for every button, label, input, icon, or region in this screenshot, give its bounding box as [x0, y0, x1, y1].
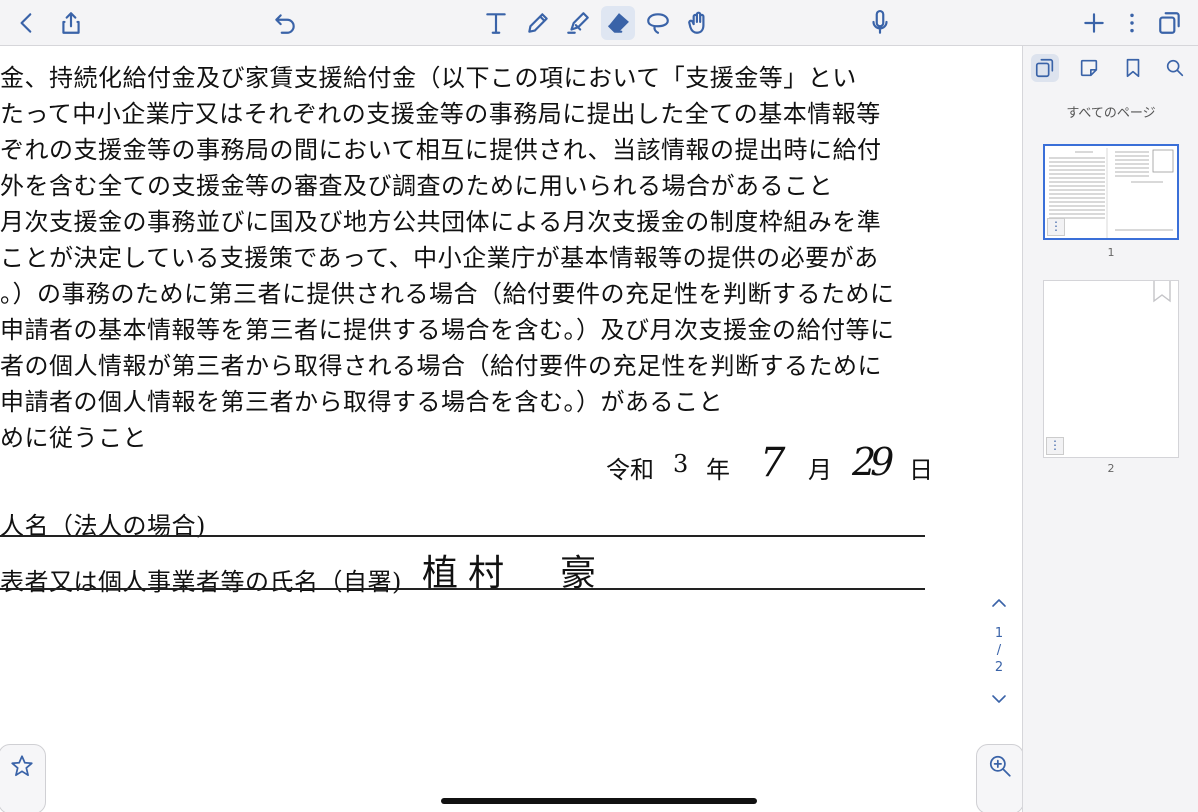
document-text-line: たって中小企業庁又はそれぞれの支援金等の事務局に提出した全ての基本情報等	[0, 100, 881, 128]
microphone-button[interactable]	[863, 6, 897, 40]
page-thumbnail-2[interactable]: ⋮	[1043, 280, 1179, 458]
page-thumbnail-1[interactable]: ⋮	[1043, 144, 1179, 240]
next-page-button[interactable]	[982, 694, 1016, 710]
representative-name-rule	[0, 588, 925, 590]
lasso-tool-button[interactable]	[641, 6, 675, 40]
tab-notes[interactable]	[1075, 54, 1103, 82]
more-button[interactable]	[1115, 6, 1149, 40]
previous-page-button[interactable]	[982, 592, 1016, 613]
page-2-menu-button[interactable]: ⋮	[1046, 437, 1064, 455]
zoom-in-icon	[989, 755, 1011, 777]
date-year: 3	[673, 450, 689, 478]
representative-name-label: 表者又は個人事業者等の氏名（自署)	[0, 568, 402, 596]
top-toolbar	[0, 0, 1198, 46]
search-tab-icon	[1166, 59, 1184, 77]
notes-tab-icon	[1080, 59, 1098, 77]
text-tool-icon	[486, 13, 506, 34]
document-text-line: 申請者の個人情報を第三者から取得する場合を含む。）があること	[0, 388, 723, 416]
highlighter-icon	[567, 12, 589, 34]
document-text-line: 。）の事務のために第三者に提供される場合（給付要件の充足性を判断するために	[0, 280, 895, 308]
document-text-line: 申請者の基本情報等を第三者に提供する場合を含む。）及び月次支援金の給付等に	[0, 316, 895, 344]
eraser-icon	[608, 13, 629, 33]
back-icon	[20, 13, 32, 33]
document-text-line: めに従うこと	[0, 424, 147, 452]
eraser-tool-button[interactable]	[601, 6, 635, 40]
page-sidebar: すべてのページ ⋮ 1 ⋮ 2	[1022, 46, 1198, 812]
page-separator: /	[996, 643, 1002, 658]
chevron-down-icon	[992, 695, 1006, 703]
current-page-number: 1	[994, 626, 1004, 641]
tab-search[interactable]	[1161, 54, 1189, 82]
bookmark-tab-icon	[1126, 58, 1140, 78]
share-icon	[62, 12, 80, 34]
handwritten-day: 29	[852, 440, 894, 484]
handwritten-month: 7	[760, 440, 786, 486]
highlighter-tool-button[interactable]	[561, 6, 595, 40]
document-text-line: 外を含む全ての支援金等の審査及び調査のために用いられる場合があること	[0, 172, 833, 200]
date-day-unit: 日	[909, 456, 933, 484]
home-indicator[interactable]	[441, 798, 757, 804]
text-tool-button[interactable]	[479, 6, 513, 40]
bookmark-icon[interactable]	[1152, 281, 1172, 303]
sidebar-tabs	[1023, 46, 1198, 88]
favorite-button[interactable]	[0, 744, 46, 812]
microphone-icon	[872, 10, 888, 34]
tab-pages[interactable]	[1031, 54, 1059, 82]
date-year-unit: 年	[706, 456, 730, 484]
date-month-unit: 月	[808, 456, 832, 484]
pages-view-button[interactable]	[1153, 6, 1187, 40]
date-era: 令和	[606, 456, 654, 484]
tab-bookmarks[interactable]	[1119, 54, 1147, 82]
chevron-up-icon	[992, 599, 1006, 607]
page-thumbnail-number: 1	[1107, 246, 1115, 259]
total-page-number: 2	[994, 660, 1004, 675]
lasso-icon	[647, 13, 669, 34]
undo-button[interactable]	[268, 6, 302, 40]
hand-tool-button[interactable]	[681, 6, 715, 40]
zoom-button[interactable]	[976, 744, 1022, 812]
document-text-line: ことが決定している支援策であって、中小企業庁が基本情報等の提供の必要があ	[0, 244, 879, 272]
share-button[interactable]	[54, 6, 88, 40]
add-page-button[interactable]	[1077, 6, 1111, 40]
star-icon	[11, 755, 33, 777]
corporation-name-rule	[0, 535, 925, 537]
undo-icon	[275, 14, 295, 34]
more-icon	[1130, 13, 1134, 33]
pages-tab-icon	[1035, 58, 1054, 78]
pen-tool-button[interactable]	[521, 6, 555, 40]
document-text-line: 月次支援金の事務並びに国及び地方公共団体による月次支援金の制度枠組みを準	[0, 208, 882, 236]
page-1-menu-button[interactable]: ⋮	[1047, 218, 1065, 236]
back-button[interactable]	[10, 6, 44, 40]
document-text-line: 者の個人情報が第三者から取得される場合（給付要件の充足性を判断するために	[0, 352, 882, 380]
page-thumbnail-number: 2	[1107, 462, 1115, 475]
add-page-icon	[1084, 13, 1104, 33]
pages-view-icon	[1159, 12, 1180, 34]
pen-icon	[528, 13, 548, 33]
document-page[interactable]: 金、持続化給付金及び家賃支援給付金（以下この項において「支援金等」とい たって中…	[0, 46, 1022, 812]
hand-icon	[688, 11, 705, 34]
document-text-line: ぞれの支援金等の事務局の間において相互に提供され、当該情報の提出時に給付	[0, 136, 882, 164]
document-text-line: 金、持続化給付金及び家賃支援給付金（以下この項において「支援金等」とい	[0, 64, 857, 92]
sidebar-title: すべてのページ	[1066, 106, 1156, 121]
